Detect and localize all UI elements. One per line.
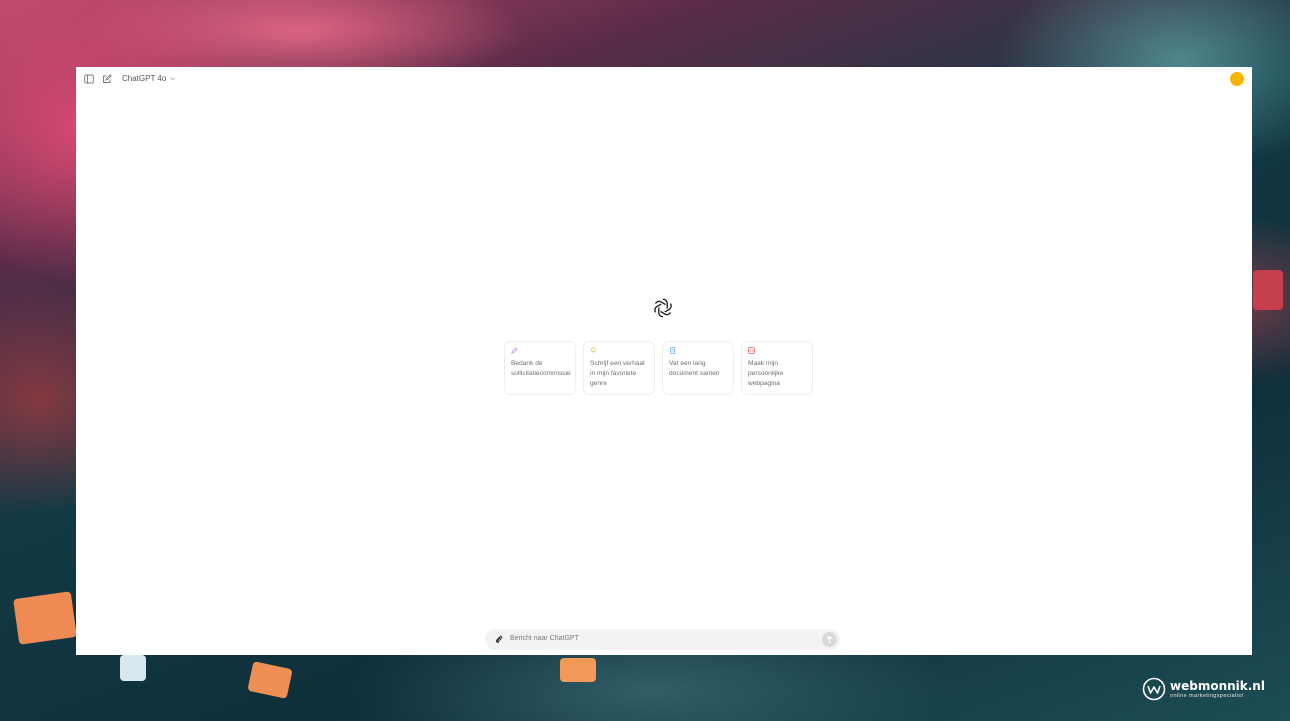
background-tile (120, 655, 146, 681)
code-icon (748, 347, 755, 354)
chatgpt-window: ChatGPT 4o Bedank de sollicitatiecommiss… (76, 67, 1252, 655)
suggestion-card[interactable]: Schrijf een verhaal in mijn favoriete ge… (583, 341, 655, 395)
webmonnik-logo-icon (1142, 677, 1166, 701)
model-selector[interactable]: ChatGPT 4o (122, 74, 176, 83)
webmonnik-watermark: webmonnik.nl online marketingspecialist (1142, 677, 1265, 701)
background-tile (560, 658, 596, 682)
suggestion-label: Bedank de sollicitatiecommissie (511, 360, 571, 377)
lightbulb-icon (591, 347, 596, 354)
message-input[interactable]: Bericht naar ChatGPT (510, 635, 579, 642)
background-tile (1253, 270, 1283, 310)
watermark-text: webmonnik.nl online marketingspecialist (1170, 678, 1265, 699)
suggestion-label: Schrijf een verhaal in mijn favoriete ge… (590, 360, 645, 387)
suggestion-label: Vat een lang document samen (669, 360, 720, 377)
suggestion-card[interactable]: Maak mijn persoonlijke webpagina (741, 341, 813, 395)
sidebar-toggle-icon[interactable] (84, 74, 94, 84)
suggestion-card[interactable]: Vat een lang document samen (662, 341, 734, 395)
suggestion-card[interactable]: Bedank de sollicitatiecommissie (504, 341, 576, 395)
user-avatar[interactable] (1230, 72, 1244, 86)
watermark-tagline: online marketingspecialist (1170, 692, 1244, 699)
suggestion-label: Maak mijn persoonlijke webpagina (748, 360, 784, 387)
background-tile (247, 661, 293, 699)
watermark-name: webmonnik.nl (1170, 678, 1265, 693)
paperclip-icon[interactable] (495, 635, 503, 644)
top-bar: ChatGPT 4o (76, 67, 1252, 91)
pen-icon (511, 347, 518, 354)
message-composer[interactable]: Bericht naar ChatGPT (485, 629, 840, 650)
suggestion-cards: Bedank de sollicitatiecommissie Schrijf … (504, 341, 813, 395)
send-button[interactable] (822, 632, 837, 647)
send-arrow-icon (826, 635, 833, 643)
model-label: ChatGPT 4o (122, 74, 167, 83)
new-chat-icon[interactable] (102, 74, 112, 84)
document-icon (669, 347, 676, 354)
background-tile (13, 591, 77, 645)
openai-logo-icon (654, 298, 672, 318)
chevron-down-icon (170, 77, 176, 81)
